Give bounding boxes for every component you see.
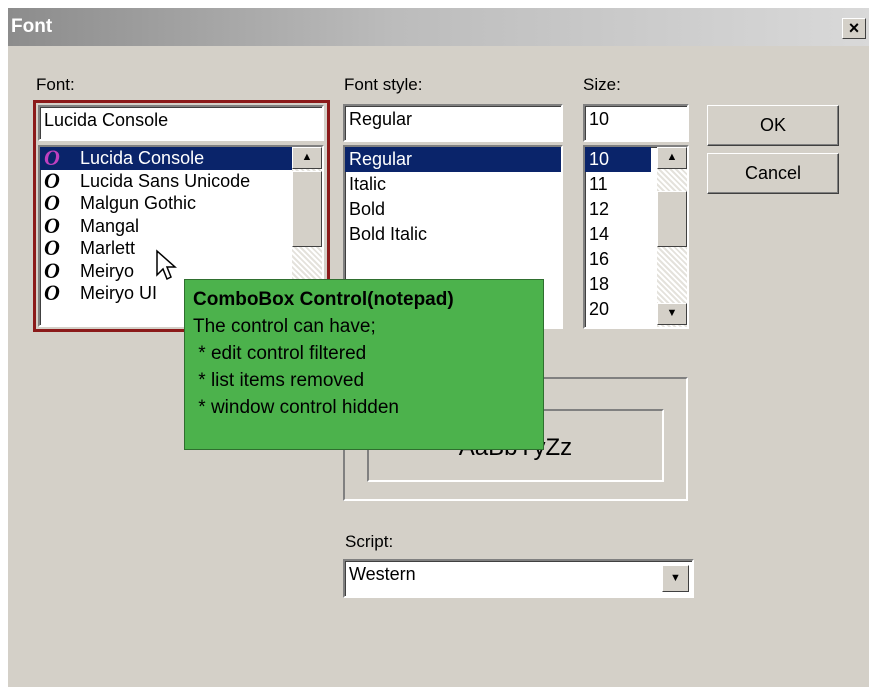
list-item-label: Bold Italic xyxy=(349,224,428,244)
list-item[interactable]: 20 xyxy=(585,297,651,322)
list-item[interactable]: 12 xyxy=(585,197,651,222)
list-item[interactable]: O Lucida Sans Unicode xyxy=(40,167,322,193)
list-item[interactable]: O Lucida Console xyxy=(40,147,322,170)
opentype-font-icon: O xyxy=(44,257,60,283)
list-item-label: Bold xyxy=(349,199,386,219)
list-item-label: Malgun Gothic xyxy=(80,193,197,213)
scroll-up-icon: ▲ xyxy=(666,151,678,163)
opentype-font-icon: O xyxy=(44,280,60,305)
size-scroll-thumb[interactable] xyxy=(657,191,687,247)
scroll-up-icon: ▲ xyxy=(301,151,313,163)
list-item-label: Regular xyxy=(349,149,413,169)
list-item[interactable]: O Mangal xyxy=(40,212,322,238)
mouse-pointer-icon xyxy=(156,249,177,281)
tooltip-line: * window control hidden xyxy=(193,397,399,418)
list-item-label: 11 xyxy=(589,174,608,194)
list-item[interactable]: Regular xyxy=(345,147,561,172)
size-list-scrollbar[interactable]: ▲ ▼ xyxy=(657,147,687,327)
list-item-label: Mangal xyxy=(80,215,140,236)
size-input[interactable]: 10 xyxy=(583,104,689,142)
chevron-down-icon: ▼ xyxy=(670,572,681,584)
list-item[interactable]: O Marlett xyxy=(40,235,322,260)
opentype-font-icon: O xyxy=(44,235,60,260)
opentype-font-icon: O xyxy=(44,212,60,238)
list-item-label: 14 xyxy=(589,224,610,244)
scroll-up-button[interactable]: ▲ xyxy=(292,147,322,169)
font-input[interactable]: Lucida Console xyxy=(38,105,324,141)
opentype-font-icon: O xyxy=(44,167,60,193)
font-style-label: Font style: xyxy=(344,75,423,94)
dialog-title: Font xyxy=(11,16,53,37)
list-item-label: 10 xyxy=(589,149,610,169)
size-scroll-down-button[interactable]: ▼ xyxy=(657,303,687,325)
font-label: Font: xyxy=(36,75,75,94)
title-bar[interactable]: Font × xyxy=(8,8,869,46)
close-button[interactable]: × xyxy=(842,18,866,39)
size-list[interactable]: 10 11 12 14 16 18 20 ▲ ▼ xyxy=(583,145,689,329)
opentype-font-icon: O xyxy=(44,190,60,215)
list-item-label: Meiryo UI xyxy=(80,283,158,303)
list-item[interactable]: 10 xyxy=(585,147,651,172)
ok-button[interactable]: OK xyxy=(707,105,839,146)
list-item-label: Meiryo xyxy=(80,260,135,281)
list-item-label: 18 xyxy=(589,274,610,294)
list-item[interactable]: Italic xyxy=(345,172,561,197)
list-item-label: Lucida Console xyxy=(80,148,205,168)
close-icon: × xyxy=(848,18,860,38)
list-item-label: Italic xyxy=(349,174,387,194)
list-item-label: 12 xyxy=(589,199,610,219)
scroll-thumb[interactable] xyxy=(292,171,322,247)
size-scroll-up-button[interactable]: ▲ xyxy=(657,147,687,169)
list-item[interactable]: 11 xyxy=(585,172,651,197)
script-dropdown-button[interactable]: ▼ xyxy=(662,565,689,592)
size-label: Size: xyxy=(583,75,621,94)
list-item[interactable]: O Malgun Gothic xyxy=(40,190,322,215)
list-item-label: Lucida Sans Unicode xyxy=(80,170,251,191)
script-label: Script: xyxy=(345,532,394,551)
annotation-tooltip: ComboBox Control(notepad) The control ca… xyxy=(184,279,544,450)
list-item[interactable]: Bold Italic xyxy=(345,222,561,247)
list-item[interactable]: Bold xyxy=(345,197,561,222)
opentype-font-icon: O xyxy=(44,145,60,170)
list-item-label: 20 xyxy=(589,299,610,319)
tooltip-line: * edit control filtered xyxy=(193,343,367,364)
list-item-label: Marlett xyxy=(80,238,136,258)
tooltip-line: The control can have; xyxy=(193,316,376,337)
list-item-label: 16 xyxy=(589,249,610,269)
font-style-input[interactable]: Regular xyxy=(343,104,563,142)
cancel-button[interactable]: Cancel xyxy=(707,153,839,194)
list-item[interactable]: 14 xyxy=(585,222,651,247)
tooltip-line: * list items removed xyxy=(193,370,365,391)
tooltip-title: ComboBox Control(notepad) xyxy=(193,289,454,310)
scroll-down-icon: ▼ xyxy=(666,307,678,319)
list-item[interactable]: 16 xyxy=(585,247,651,272)
list-item[interactable]: 18 xyxy=(585,272,651,297)
script-value: Western xyxy=(349,564,416,584)
script-select[interactable]: Western xyxy=(343,559,694,598)
